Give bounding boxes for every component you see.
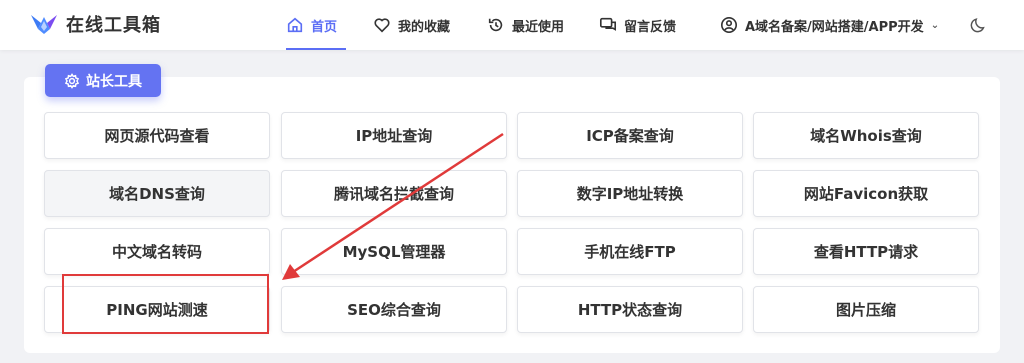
nav-feedback[interactable]: 留言反馈 (599, 0, 676, 50)
chat-icon (599, 17, 617, 31)
tool-button[interactable]: SEO综合查询 (281, 286, 507, 333)
chevron-down-icon: ⌄ (930, 19, 940, 31)
history-icon (488, 18, 503, 32)
nav-user-label: A域名备案/网站搭建/APP开发 (745, 19, 924, 35)
gear-icon (64, 72, 80, 89)
logo-text: 在线工具箱 (66, 15, 161, 36)
section-title: 站长工具 (86, 73, 142, 90)
tool-button[interactable]: 图片压缩 (753, 286, 979, 333)
logo[interactable]: 在线工具箱 (30, 10, 161, 38)
tool-button[interactable]: 手机在线FTP (517, 228, 743, 275)
home-icon (287, 17, 303, 33)
nav-recent[interactable]: 最近使用 (487, 0, 564, 50)
tool-button[interactable]: 网站Favicon获取 (753, 170, 979, 217)
logo-icon (31, 15, 57, 34)
tool-button[interactable]: 域名Whois查询 (753, 112, 979, 159)
tool-button[interactable]: PING网站测速 (44, 286, 270, 333)
heart-icon (374, 18, 390, 33)
tool-button[interactable]: 数字IP地址转换 (517, 170, 743, 217)
tool-button[interactable]: 网页源代码查看 (44, 112, 270, 159)
moon-icon[interactable] (970, 16, 988, 34)
nav-favorites-label: 我的收藏 (398, 19, 451, 35)
nav-home[interactable]: 首页 (286, 0, 346, 50)
section-badge: 站长工具 (45, 64, 161, 97)
tool-button[interactable]: MySQL管理器 (281, 228, 507, 275)
nav-recent-label: 最近使用 (512, 19, 565, 35)
nav-user-menu[interactable]: A域名备案/网站搭建/APP开发 ⌄ (720, 0, 939, 50)
nav-feedback-label: 留言反馈 (624, 19, 677, 35)
nav-favorites[interactable]: 我的收藏 (373, 0, 450, 50)
tool-button[interactable]: 腾讯域名拦截查询 (281, 170, 507, 217)
tool-button[interactable]: 中文域名转码 (44, 228, 270, 275)
user-icon (720, 16, 738, 34)
tool-button[interactable]: IP地址查询 (281, 112, 507, 159)
tool-button[interactable]: HTTP状态查询 (517, 286, 743, 333)
tool-button[interactable]: ICP备案查询 (517, 112, 743, 159)
tool-button[interactable]: 查看HTTP请求 (753, 228, 979, 275)
nav-home-label: 首页 (311, 19, 338, 35)
top-navbar: 在线工具箱 首页 我的收藏 最近使用 留言反馈 A域名备案/网站搭建/APP开发… (0, 0, 1024, 50)
tool-button[interactable]: 域名DNS查询 (44, 170, 270, 217)
